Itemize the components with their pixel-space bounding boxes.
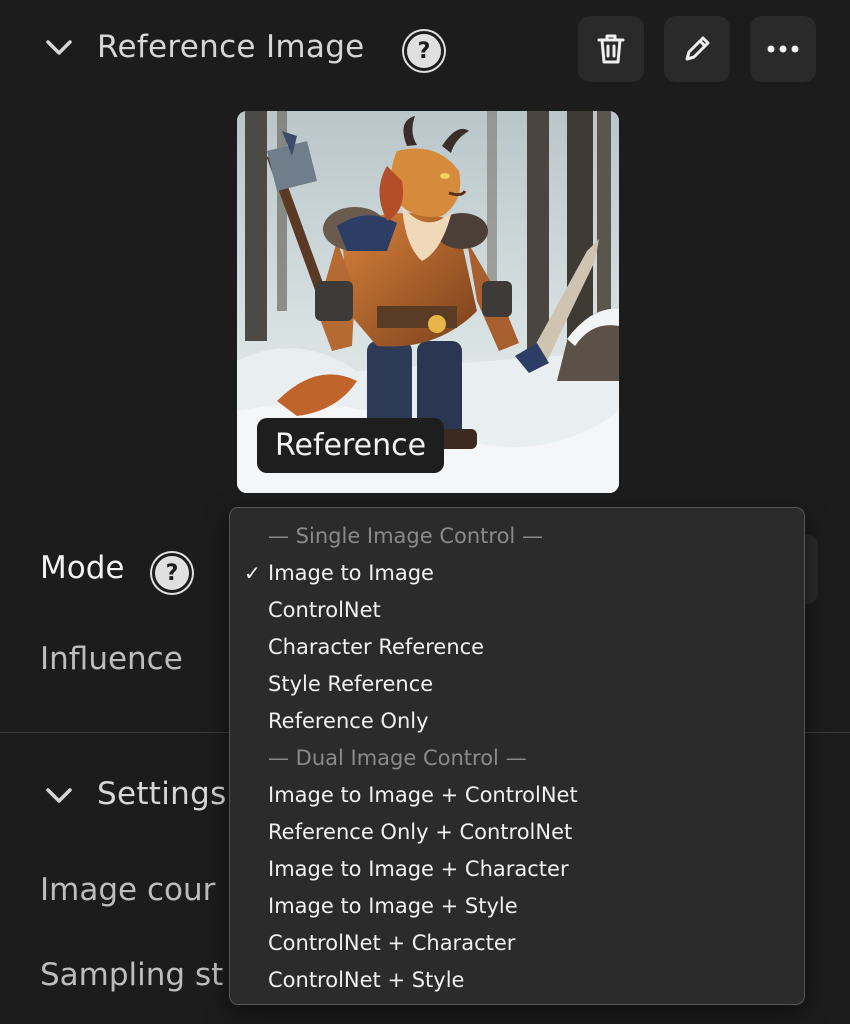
menu-item-controlnet-style[interactable]: ControlNet + Style — [230, 961, 804, 998]
pencil-icon — [685, 36, 710, 61]
thumbnail-label: Reference — [257, 418, 445, 473]
influence-label: Influence — [40, 641, 183, 677]
more-button[interactable] — [750, 16, 816, 82]
section-title-settings: Settings — [97, 776, 227, 812]
menu-item-style-reference[interactable]: Style Reference — [230, 665, 804, 702]
menu-item-label: ControlNet — [268, 597, 381, 622]
chevron-down-icon[interactable] — [45, 786, 73, 806]
menu-item-label: Image to Image + Style — [268, 893, 518, 918]
more-horizontal-icon — [767, 45, 799, 53]
section-title-reference-image: Reference Image — [97, 29, 365, 65]
menu-item-controlnet[interactable]: ControlNet — [230, 591, 804, 628]
menu-item-image-to-image[interactable]: ✓ Image to Image — [230, 554, 804, 591]
menu-item-label: Image to Image — [268, 560, 434, 585]
mode-label: Mode — [40, 550, 125, 586]
menu-item-image-to-image-style[interactable]: Image to Image + Style — [230, 887, 804, 924]
question-circle-icon[interactable]: ? — [152, 553, 192, 593]
menu-item-label: ControlNet + Character — [268, 930, 516, 955]
menu-group-header: — Dual Image Control — — [268, 745, 527, 770]
edit-button[interactable] — [664, 16, 730, 82]
menu-item-image-to-image-controlnet[interactable]: Image to Image + ControlNet — [230, 776, 804, 813]
question-circle-icon[interactable]: ? — [404, 31, 444, 71]
menu-item-character-reference[interactable]: Character Reference — [230, 628, 804, 665]
chevron-down-icon[interactable] — [45, 38, 73, 58]
menu-item-label: Character Reference — [268, 634, 485, 659]
menu-item-label: Reference Only — [268, 708, 429, 733]
sampling-steps-label: Sampling st — [40, 957, 224, 993]
menu-item-label: ControlNet + Style — [268, 967, 465, 992]
menu-item-label: Reference Only + ControlNet — [268, 819, 573, 844]
menu-item-label: Image to Image + Character — [268, 856, 569, 881]
trash-icon — [597, 34, 625, 64]
menu-item-reference-only[interactable]: Reference Only — [230, 702, 804, 739]
menu-item-label: Image to Image + ControlNet — [268, 782, 578, 807]
menu-item-reference-only-controlnet[interactable]: Reference Only + ControlNet — [230, 813, 804, 850]
delete-button[interactable] — [578, 16, 644, 82]
image-count-label: Image cour — [40, 872, 216, 908]
menu-item-controlnet-character[interactable]: ControlNet + Character — [230, 924, 804, 961]
mode-dropdown-menu[interactable]: — Single Image Control — ✓ Image to Imag… — [229, 507, 805, 1005]
menu-item-label: Style Reference — [268, 671, 434, 696]
menu-item-image-to-image-character[interactable]: Image to Image + Character — [230, 850, 804, 887]
menu-group-header: — Single Image Control — — [268, 523, 543, 548]
checkmark-icon: ✓ — [244, 560, 261, 585]
